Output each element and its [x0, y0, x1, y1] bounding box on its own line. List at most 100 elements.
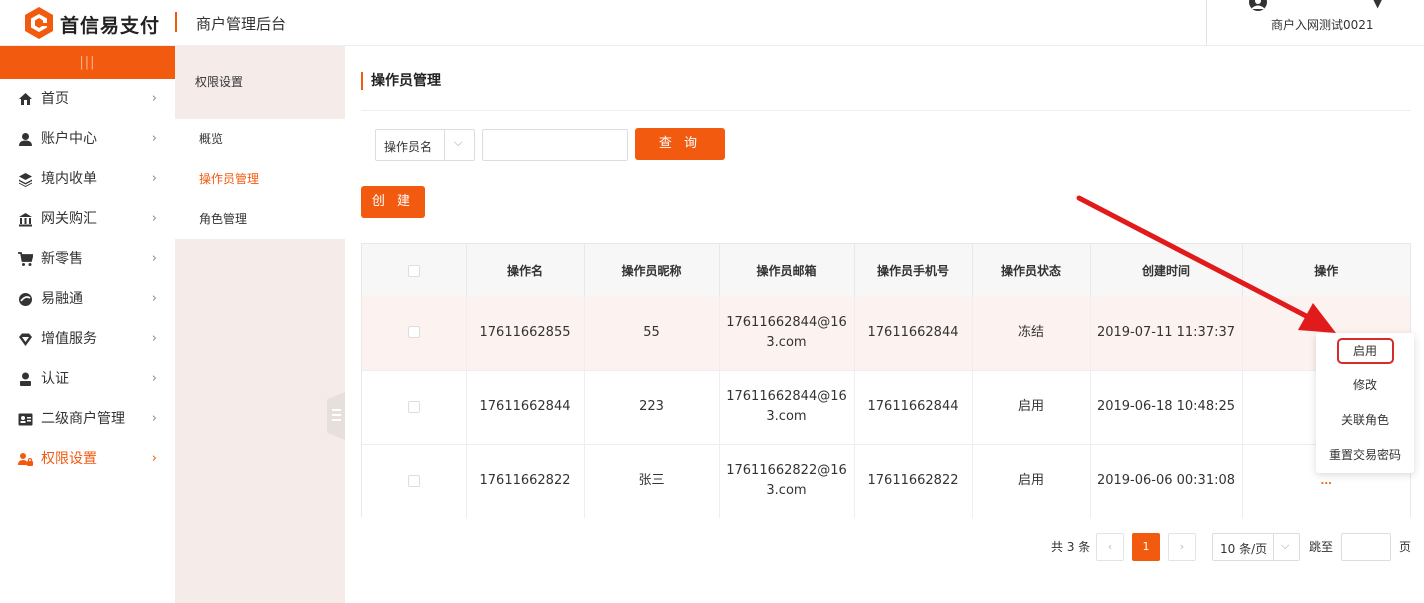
subnav-item-role-management[interactable]: 角色管理 — [175, 199, 345, 239]
sidebar-item-account-center[interactable]: 账户中心 › — [0, 119, 175, 159]
highlight-box — [1337, 338, 1394, 364]
user-menu[interactable]: ▼ 商户入网测试0021 — [1206, 0, 1424, 46]
chevron-right-icon: › — [151, 171, 157, 186]
prev-page-button[interactable]: ‹ — [1096, 533, 1124, 561]
goto-label: 跳至 — [1309, 540, 1334, 554]
column-header: 操作员昵称 — [584, 244, 720, 296]
sidebar-item-permissions[interactable]: 权限设置 › — [0, 439, 175, 479]
sidebar-item-label: 二级商户管理 — [41, 411, 125, 427]
user-name: 商户入网测试0021 — [1271, 18, 1374, 32]
sidebar-item-label: 新零售 — [41, 251, 83, 267]
chevron-right-icon: › — [151, 451, 157, 466]
menu-item-link-role[interactable]: 关联角色 — [1316, 410, 1414, 430]
email-line: 17611662822@16 — [726, 463, 847, 479]
page-number-current[interactable]: 1 — [1132, 533, 1160, 561]
sidebar: ||| 首页 › 账户中心 › 境内收单 › 网关购汇 › 新零售 › 易融通 … — [0, 46, 175, 603]
page-suffix-label: 页 — [1399, 540, 1412, 554]
diamond-icon — [19, 333, 32, 346]
row-checkbox[interactable] — [407, 400, 420, 413]
goto-page-input[interactable] — [1341, 533, 1391, 561]
row-select-cell — [362, 443, 467, 518]
sidebar-item-value-added[interactable]: 增值服务 › — [0, 319, 175, 359]
layers-icon — [19, 173, 32, 187]
operator-name-cell: 17611662855 — [466, 296, 585, 370]
more-actions-icon[interactable]: ... — [1321, 476, 1332, 487]
email-line: 3.com — [766, 483, 807, 499]
sidebar-item-certification[interactable]: 认证 › — [0, 359, 175, 399]
chevron-right-icon: › — [151, 91, 157, 106]
sub-navigation: 权限设置 概览 操作员管理 角色管理 — [175, 46, 345, 603]
chevron-right-icon: › — [151, 371, 157, 386]
page-title: 操作员管理 — [361, 72, 441, 90]
sidebar-item-label: 认证 — [41, 371, 69, 387]
globe-icon — [19, 293, 32, 306]
nickname-cell: 55 — [584, 296, 720, 370]
collapse-handle-icon[interactable] — [327, 392, 345, 440]
table-row: 17611662844 223 17611662844@16 3.com 1761… — [362, 369, 1410, 444]
subnav-title: 权限设置 — [195, 75, 244, 89]
sidebar-item-new-retail[interactable]: 新零售 › — [0, 239, 175, 279]
filter-field-select[interactable]: 操作员名 ⌵ — [375, 129, 475, 161]
menu-item-edit[interactable]: 修改 — [1316, 375, 1414, 395]
sidebar-toggle[interactable]: ||| — [0, 46, 175, 79]
create-button[interactable]: 创 建 — [361, 186, 425, 218]
page-size-label: 10 条/页 — [1220, 542, 1268, 556]
column-header: 操作名 — [466, 244, 585, 296]
query-button[interactable]: 查 询 — [635, 128, 725, 160]
email-cell: 17611662844@16 3.com — [719, 296, 855, 370]
sidebar-item-yirongtong[interactable]: 易融通 › — [0, 279, 175, 319]
brand-name[interactable]: 首信易支付 — [60, 11, 160, 38]
user-dropdown-caret-icon[interactable]: ▼ — [1373, 0, 1382, 10]
select-all-checkbox[interactable] — [407, 264, 420, 277]
select-divider — [444, 130, 445, 160]
operator-name-cell: 17611662822 — [466, 443, 585, 518]
user-avatar-icon — [1249, 0, 1267, 11]
table-row: 17611662855 55 17611662844@16 3.com 17611… — [362, 296, 1410, 370]
chevron-right-icon: › — [151, 411, 157, 426]
column-header: 操作员手机号 — [854, 244, 973, 296]
select-divider — [1273, 534, 1274, 560]
pagination-total: 共 3 条 — [1051, 540, 1091, 554]
row-checkbox[interactable] — [407, 474, 420, 487]
filter-field-label: 操作员名 — [384, 140, 433, 154]
status-cell: 冻结 — [972, 296, 1091, 370]
sidebar-item-gateway-fx[interactable]: 网关购汇 › — [0, 199, 175, 239]
status-cell: 启用 — [972, 369, 1091, 444]
created-time-cell: 2019-06-18 10:48:25 — [1090, 369, 1243, 444]
row-checkbox[interactable] — [407, 326, 420, 339]
phone-cell: 17611662844 — [854, 369, 973, 444]
bank-icon — [19, 213, 32, 227]
phone-cell: 17611662822 — [854, 443, 973, 518]
table-header-row: 操作名 操作员昵称 操作员邮箱 操作员手机号 操作员状态 创建时间 操作 — [362, 244, 1410, 296]
sidebar-item-label: 网关购汇 — [41, 211, 97, 227]
chevron-down-icon: ⌵ — [1281, 539, 1290, 552]
page-size-select[interactable]: 10 条/页 ⌵ — [1212, 533, 1300, 561]
email-line: 3.com — [766, 409, 807, 424]
menu-item-reset-password[interactable]: 重置交易密码 — [1316, 445, 1414, 465]
brand-logo-icon[interactable] — [22, 6, 56, 40]
email-line: 3.com — [766, 334, 807, 350]
sidebar-item-domestic-acquiring[interactable]: 境内收单 › — [0, 159, 175, 199]
created-time-cell: 2019-07-11 11:37:37 — [1090, 296, 1243, 370]
subnav-item-operator-management[interactable]: 操作员管理 — [175, 159, 345, 199]
column-header: 操作 — [1242, 244, 1410, 296]
sidebar-item-label: 增值服务 — [41, 331, 97, 347]
chevron-right-icon: › — [151, 291, 157, 306]
lock-people-icon — [18, 453, 33, 466]
nickname-cell: 张三 — [584, 443, 720, 518]
user-icon — [19, 133, 32, 146]
sidebar-item-label: 权限设置 — [41, 451, 97, 467]
header-subtitle: 商户管理后台 — [196, 15, 287, 33]
row-select-cell — [362, 296, 467, 370]
cart-icon — [18, 252, 33, 266]
next-page-button[interactable]: › — [1168, 533, 1196, 561]
person-icon — [20, 372, 31, 386]
column-header: 创建时间 — [1090, 244, 1243, 296]
sidebar-item-home[interactable]: 首页 › — [0, 79, 175, 119]
header-divider — [175, 12, 177, 32]
search-input[interactable] — [482, 129, 628, 161]
sidebar-item-sub-merchant[interactable]: 二级商户管理 › — [0, 399, 175, 439]
top-header: 首信易支付 商户管理后台 ▼ 商户入网测试0021 — [0, 0, 1424, 46]
email-cell: 17611662822@16 3.com — [719, 443, 855, 518]
subnav-item-overview[interactable]: 概览 — [175, 119, 345, 159]
